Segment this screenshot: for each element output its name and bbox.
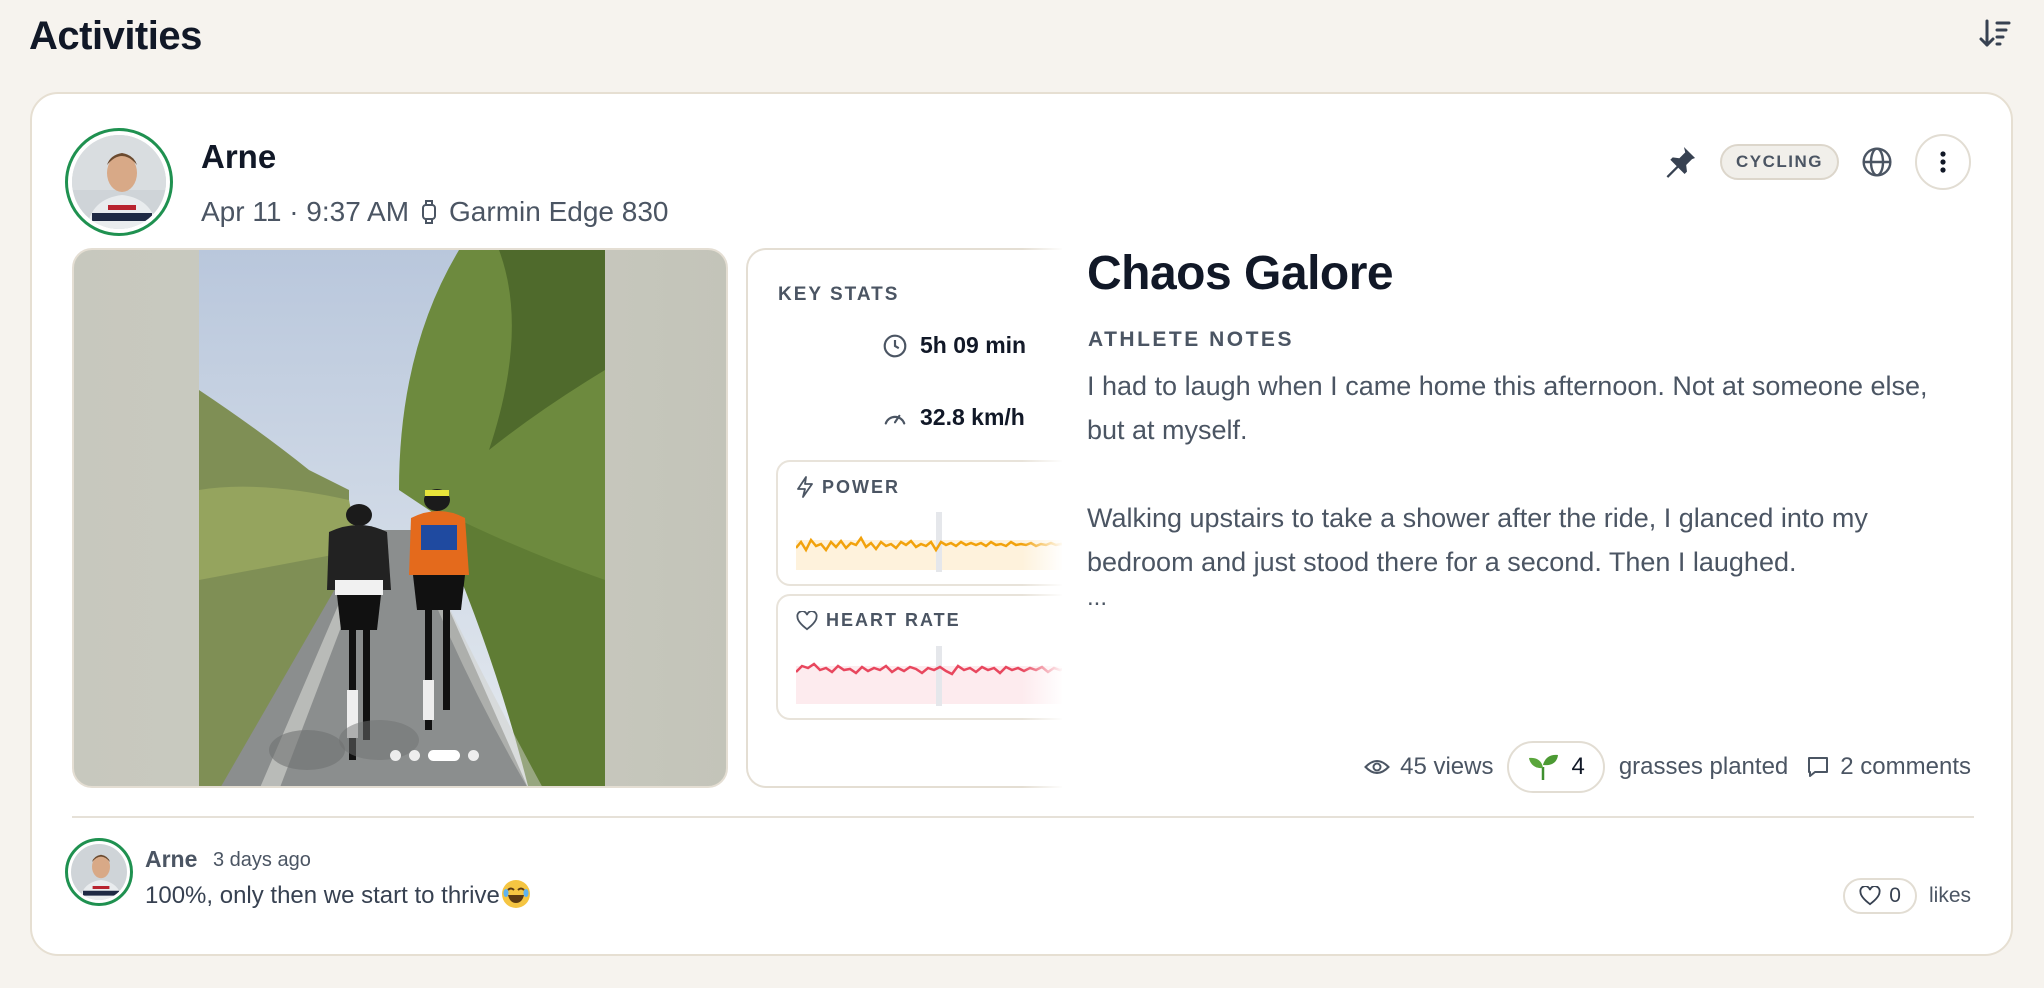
photo-carousel[interactable] [72,248,728,788]
notes-paragraph: Walking upstairs to take a shower after … [1087,503,1868,577]
comments-divider [72,816,1974,818]
commenter-avatar[interactable] [65,838,133,906]
stats-fade-overlay [1022,244,1082,792]
comment-text: 100%, only then we start to thrive [145,880,530,910]
engagement-bar: 45 views 4 grasses planted 2 comments [1364,740,1971,794]
key-stats-label: KEY STATS [778,284,900,305]
comments-count[interactable]: 2 comments [1806,753,1971,781]
activity-date-time: Apr 11 · 9:37 AM [201,196,410,227]
grasses-label: grasses planted [1618,753,1789,780]
comment-icon [1808,757,1829,777]
grasses-count: 4 [1571,753,1585,780]
notes-expand[interactable]: ... [1087,584,1107,612]
carousel-dot[interactable] [409,750,420,761]
carousel-dots [390,750,479,761]
heart-rate-mini-chart[interactable]: HEART RATE [776,594,1062,720]
clock-icon [883,334,907,357]
sprout-icon [1529,754,1559,780]
pin-button[interactable] [1658,140,1702,184]
power-mini-chart[interactable]: POWER [776,460,1062,586]
eye-icon [1364,760,1390,774]
athlete-notes: I had to laugh when I came home this aft… [1087,364,1967,628]
speed-value: 32.8 km/h [920,404,1025,430]
plant-grass-button[interactable]: 4 [1507,741,1605,793]
athlete-name[interactable]: Arne [201,138,276,176]
speedometer-icon [884,414,906,424]
carousel-dot-active[interactable] [428,750,460,761]
power-chart-header: POWER [796,476,900,498]
activity-meta: Apr 11 · 9:37 AM Garmin Edge 830 [201,196,669,228]
visibility-button[interactable] [1857,142,1897,182]
comment-body: 100%, only then we start to thrive [145,882,500,909]
lightning-icon [797,476,813,498]
likes-label: likes [1928,884,1971,907]
sort-descending-icon [1979,19,2011,47]
athlete-avatar[interactable] [65,128,173,236]
power-chart-label: POWER [822,476,901,497]
like-comment-button[interactable]: 0 [1843,878,1917,914]
activity-title[interactable]: Chaos Galore [1087,246,1394,301]
comment-likes: 0 likes [1843,878,1971,914]
duration-value: 5h 09 min [920,332,1027,358]
pin-icon [1666,146,1696,178]
carousel-dot[interactable] [390,750,401,761]
notes-paragraph: I had to laugh when I came home this aft… [1087,371,1928,445]
page-title: Activities [29,14,202,58]
device-name: Garmin Edge 830 [449,196,669,227]
heart-icon [796,610,818,630]
carousel-dot[interactable] [468,750,479,761]
heart-rate-chart-header: HEART RATE [796,610,961,631]
views-count: 45 views [1364,753,1493,781]
heart-outline-icon [1859,886,1881,906]
comments-text: 2 comments [1840,753,1971,780]
views-text: 45 views [1400,753,1494,780]
laughing-emoji-icon [501,880,530,908]
comment-time: 3 days ago [213,849,311,871]
more-vertical-icon [1940,151,1946,173]
activity-card: Arne Apr 11 · 9:37 AM Garmin Edge 830 CY… [30,92,2013,956]
speed-stat: 32.8 km/h [882,404,1025,431]
heart-rate-chart-label: HEART RATE [826,610,961,630]
athlete-notes-label: ATHLETE NOTES [1088,328,1294,351]
likes-count: 0 [1889,884,1901,907]
key-stats-panel[interactable]: KEY STATS 5h 09 min 32.8 km/h POWER HEAR… [746,248,1062,788]
activity-photo[interactable] [199,250,605,786]
sort-button[interactable] [1975,14,2015,54]
duration-stat: 5h 09 min [882,332,1026,359]
card-header-actions: CYCLING [1658,134,1971,190]
globe-icon [1862,147,1892,177]
more-options-button[interactable] [1915,134,1971,190]
comment-author[interactable]: Arne [145,846,197,873]
watch-icon [422,200,437,224]
sport-badge: CYCLING [1720,144,1839,180]
